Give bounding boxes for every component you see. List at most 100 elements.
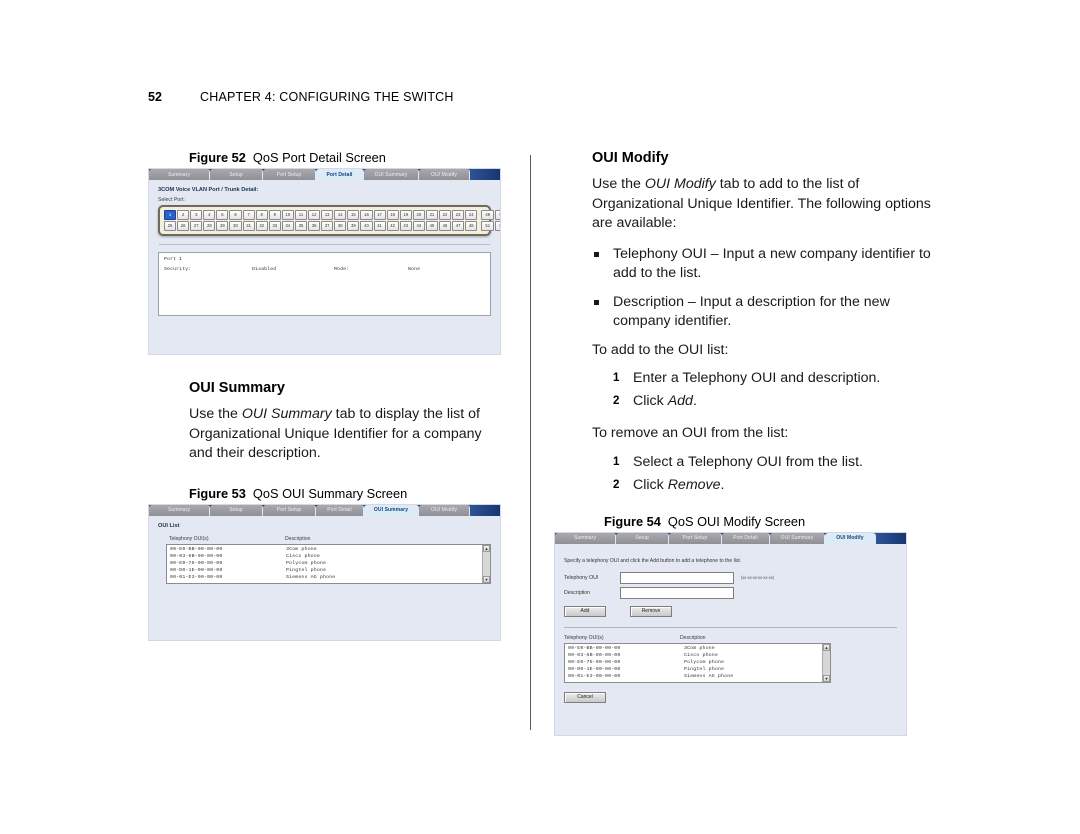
port-button-11[interactable]: 11: [294, 210, 308, 220]
fig54-scroll-down-icon[interactable]: ▼: [823, 674, 830, 682]
add-button[interactable]: Add: [564, 605, 606, 617]
port-button-10[interactable]: 10: [281, 210, 294, 220]
port-button-26[interactable]: 26: [177, 221, 190, 231]
port-button-42[interactable]: 42: [386, 221, 399, 231]
port-button-12[interactable]: 12: [308, 210, 321, 220]
port-button-29[interactable]: 29: [216, 221, 229, 231]
port-button-44[interactable]: 44: [412, 221, 425, 231]
fig53-tab-port-setup[interactable]: Port Setup: [263, 504, 316, 516]
fig52-tab-port-detail[interactable]: Port Detail: [316, 169, 364, 180]
port-button-14[interactable]: 14: [334, 210, 347, 220]
port-button-15[interactable]: 15: [347, 210, 360, 220]
port-button-22[interactable]: 22: [438, 210, 452, 220]
port-button-2[interactable]: 2: [177, 210, 190, 220]
port-button-51[interactable]: 51: [481, 221, 495, 231]
port-button-36[interactable]: 36: [308, 221, 321, 231]
port-button-27[interactable]: 27: [190, 221, 203, 231]
port-button-41[interactable]: 41: [373, 221, 386, 231]
cancel-button[interactable]: Cancel: [564, 691, 606, 703]
port-button-13[interactable]: 13: [321, 210, 334, 220]
table-row[interactable]: 00-D0-1E-00-00-00 Pingtel phone: [170, 567, 479, 574]
table-row[interactable]: 00-01-E3-00-00-00 Siemens AG phone: [170, 574, 479, 581]
table-row[interactable]: 00-D0-1E-00-00-00 Pingtel phone: [568, 666, 819, 673]
table-row[interactable]: 00-01-E3-00-00-00 Siemens AG phone: [568, 673, 819, 680]
fig53-scroll-down-icon[interactable]: ▼: [483, 575, 490, 583]
fig53-scroll-up-icon[interactable]: ▲: [483, 544, 490, 552]
telephony-oui-label: Telephony OUI: [564, 574, 599, 581]
port-button-19[interactable]: 19: [399, 210, 412, 220]
port-button-49[interactable]: 49: [481, 210, 495, 220]
description-input[interactable]: [620, 586, 734, 599]
port-button-20[interactable]: 20: [412, 210, 425, 220]
port-button-35[interactable]: 35: [294, 221, 308, 231]
table-row[interactable]: 00-E0-75-00-00-00 Polycom phone: [170, 560, 479, 567]
port-button-38[interactable]: 38: [334, 221, 347, 231]
fig54-tab-oui-summary[interactable]: OUI Summary: [770, 532, 825, 544]
fig54-tab-oui-modify[interactable]: OUI Modify: [825, 532, 876, 544]
fig53-oui-listbox[interactable]: 00-E0-BB-00-00-00 3Com phone 00-03-6B-00-0…: [166, 543, 491, 584]
port-button-24[interactable]: 24: [465, 210, 478, 220]
table-row[interactable]: 00-E0-75-00-00-00 Polycom phone: [568, 659, 819, 666]
port-button-52[interactable]: 52: [495, 221, 500, 231]
table-row[interactable]: 00-E0-BB-00-00-00 3Com phone: [170, 546, 479, 553]
fig52-tab-setup[interactable]: Setup: [210, 169, 263, 180]
fig52-tab-summary[interactable]: Summary: [149, 169, 210, 180]
port-button-18[interactable]: 18: [386, 210, 399, 220]
port-button-37[interactable]: 37: [321, 221, 334, 231]
port-button-25[interactable]: 25: [164, 221, 177, 231]
port-button-4[interactable]: 4: [203, 210, 216, 220]
fig54-tab-port-setup[interactable]: Port Setup: [669, 532, 722, 544]
port-button-43[interactable]: 43: [399, 221, 412, 231]
step-text-emphasis: Remove: [667, 476, 721, 493]
port-button-17[interactable]: 17: [373, 210, 386, 220]
table-row[interactable]: 00-E0-BB-00-00-00 3Com phone: [568, 645, 819, 652]
port-selector[interactable]: 1 2 3 4 5 6 7 8 9 10 11 12 13 14 15 16 17 18 19 20 21 22 23 24 …: [158, 205, 500, 236]
port-button-47[interactable]: 47: [452, 221, 465, 231]
fig54-tab-setup[interactable]: Setup: [616, 532, 669, 544]
port-button-6[interactable]: 6: [229, 210, 242, 220]
table-row[interactable]: 00-03-6B-00-00-00 Cisco phone: [568, 652, 819, 659]
port-button-33[interactable]: 33: [268, 221, 281, 231]
port-button-5[interactable]: 5: [216, 210, 229, 220]
port-button-50[interactable]: 50: [495, 210, 500, 220]
fig52-tab-port-setup[interactable]: Port Setup: [263, 169, 316, 180]
port-button-34[interactable]: 34: [281, 221, 294, 231]
port-button-9[interactable]: 9: [268, 210, 281, 220]
fig53-tab-oui-modify[interactable]: OUI Modify: [419, 504, 470, 516]
fig53-tab-summary[interactable]: Summary: [149, 504, 210, 516]
port-button-7[interactable]: 7: [242, 210, 255, 220]
port-button-45[interactable]: 45: [425, 221, 438, 231]
fig54-oui-rows: 00-E0-BB-00-00-00 3Com phone 00-03-6B-00-0…: [565, 644, 822, 682]
fig52-tab-oui-summary[interactable]: OUI Summary: [364, 169, 419, 180]
port-button-40[interactable]: 40: [360, 221, 373, 231]
fig54-scrollbar[interactable]: ▲ ▼: [822, 643, 830, 682]
description-label: Description: [564, 589, 590, 596]
fig53-tab-oui-summary[interactable]: OUI Summary: [364, 504, 419, 516]
fig52-tab-oui-modify[interactable]: OUI Modify: [419, 169, 470, 180]
port-button-28[interactable]: 28: [203, 221, 216, 231]
fig53-scrollbar[interactable]: ▲ ▼: [482, 544, 490, 583]
port-button-48[interactable]: 48: [465, 221, 478, 231]
table-row[interactable]: 00-03-6B-00-00-00 Cisco phone: [170, 553, 479, 560]
oui-cell: 00-E0-75-00-00-00: [170, 560, 223, 566]
fig53-tab-port-detail[interactable]: Port Detail: [316, 504, 364, 516]
port-button-8[interactable]: 8: [255, 210, 268, 220]
port-button-39[interactable]: 39: [347, 221, 360, 231]
fig54-tab-summary[interactable]: Summary: [555, 532, 616, 544]
port-detail-security-label: Security:: [164, 267, 192, 272]
fig54-scroll-up-icon[interactable]: ▲: [823, 643, 830, 651]
port-button-32[interactable]: 32: [255, 221, 268, 231]
port-button-3[interactable]: 3: [190, 210, 203, 220]
port-button-31[interactable]: 31: [242, 221, 255, 231]
port-button-16[interactable]: 16: [360, 210, 373, 220]
fig54-oui-listbox[interactable]: 00-E0-BB-00-00-00 3Com phone 00-03-6B-00-0…: [564, 642, 831, 683]
port-button-30[interactable]: 30: [229, 221, 242, 231]
port-button-23[interactable]: 23: [452, 210, 465, 220]
fig53-tab-setup[interactable]: Setup: [210, 504, 263, 516]
remove-button[interactable]: Remove: [630, 605, 672, 617]
telephony-oui-input[interactable]: [620, 571, 734, 584]
port-button-21[interactable]: 21: [425, 210, 438, 220]
fig54-tab-port-detail[interactable]: Port Detail: [722, 532, 770, 544]
port-button-1[interactable]: 1: [164, 210, 177, 220]
port-button-46[interactable]: 46: [438, 221, 452, 231]
